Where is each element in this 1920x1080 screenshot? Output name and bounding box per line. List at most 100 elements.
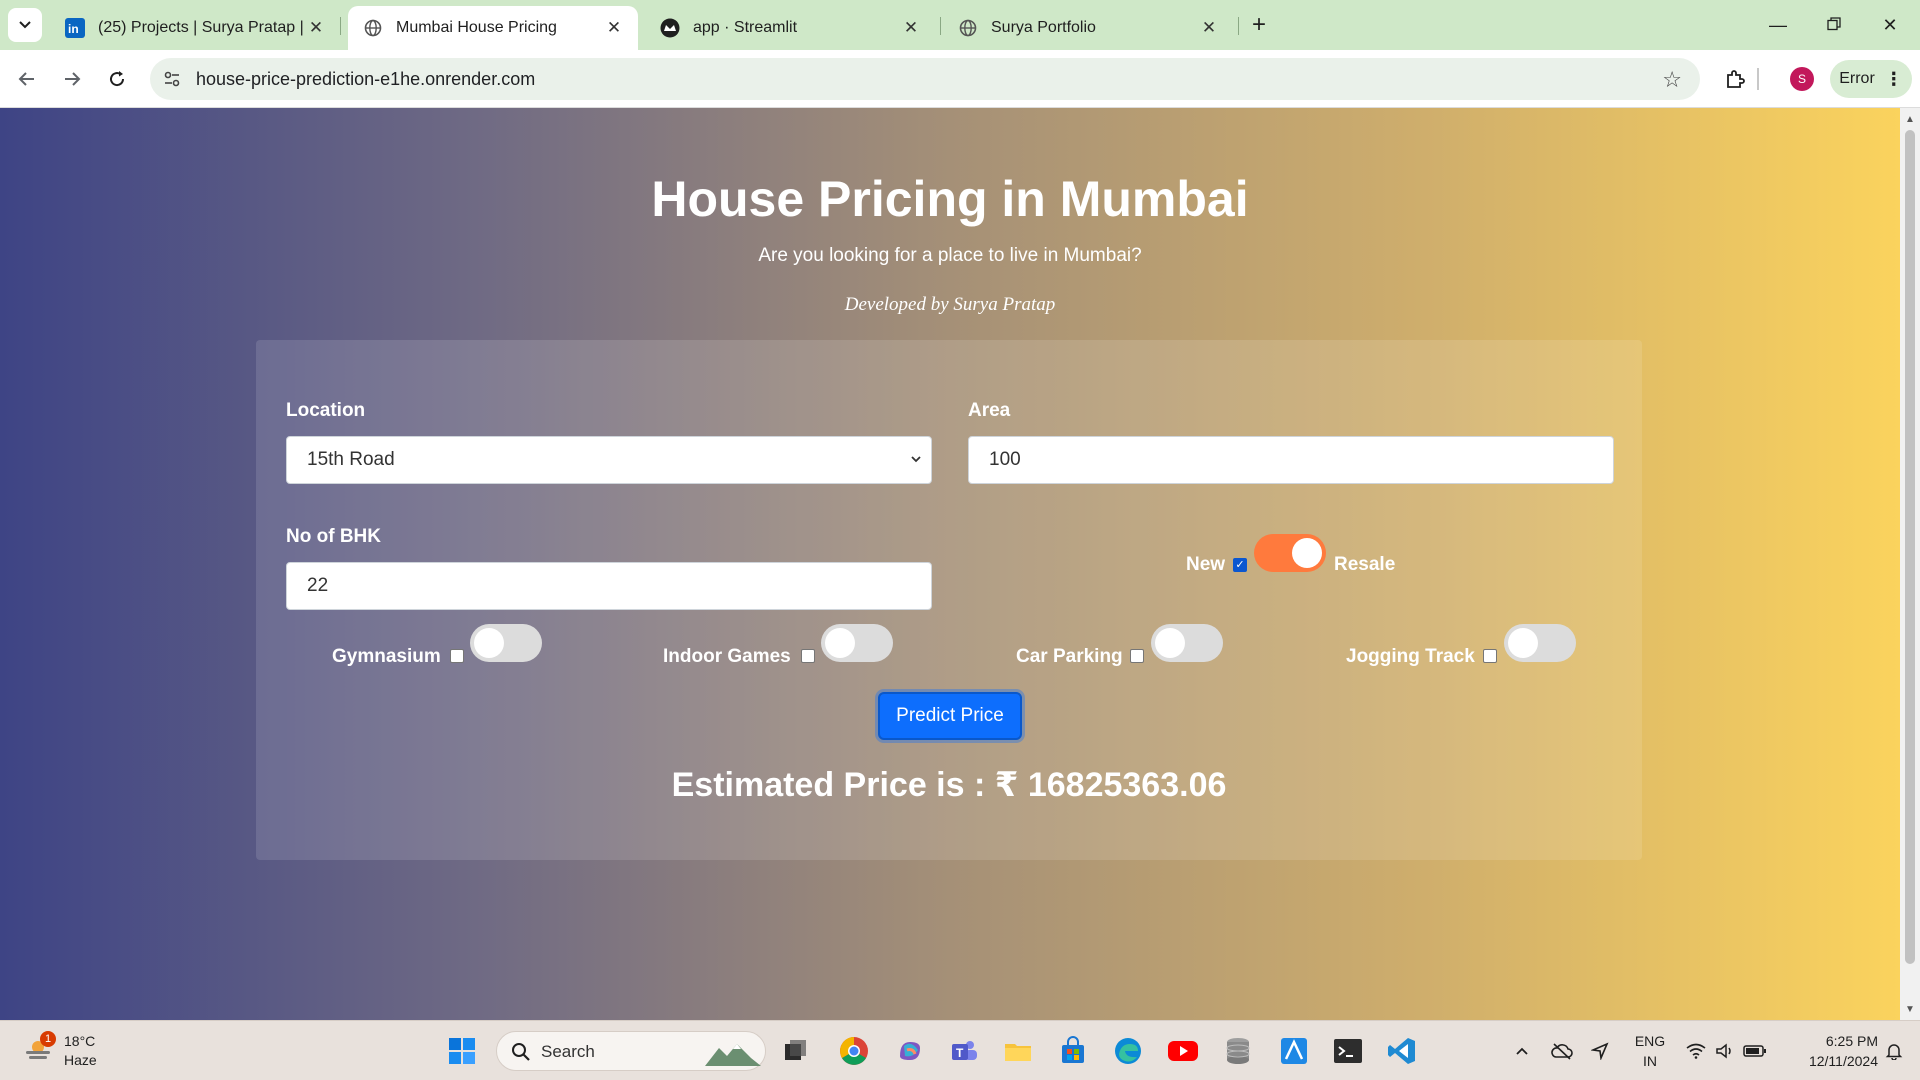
tab-mumbai-house-pricing[interactable]: Mumbai House Pricing ✕ — [348, 6, 638, 50]
minimize-button[interactable]: — — [1758, 8, 1798, 42]
chrome-taskbar-button[interactable] — [836, 1033, 872, 1069]
database-taskbar-button[interactable] — [1220, 1033, 1256, 1069]
close-icon[interactable]: ✕ — [901, 18, 921, 38]
resale-toggle[interactable] — [1254, 534, 1326, 572]
new-tab-button[interactable]: + — [1244, 10, 1274, 40]
system-clock[interactable]: 6:25 PM 12/11/2024 — [1778, 1031, 1878, 1071]
forward-button[interactable] — [57, 64, 87, 94]
gymnasium-toggle[interactable] — [470, 624, 542, 662]
azure-studio-icon — [1281, 1038, 1307, 1064]
location-tray-icon[interactable] — [1586, 1021, 1614, 1080]
tab-streamlit[interactable]: app · Streamlit ✕ — [645, 6, 935, 50]
weather-condition: Haze — [64, 1052, 97, 1068]
toggle-knob — [474, 628, 504, 658]
indoor-games-toggle[interactable] — [821, 624, 893, 662]
start-button[interactable] — [444, 1033, 480, 1069]
copilot-taskbar-button[interactable] — [892, 1033, 928, 1069]
address-bar[interactable]: house-price-prediction-e1he.onrender.com… — [150, 58, 1700, 100]
svg-text:T: T — [956, 1046, 964, 1060]
battery-icon — [1743, 1045, 1766, 1057]
volume-tray-icon[interactable] — [1712, 1021, 1738, 1080]
car-parking-toggle[interactable] — [1151, 624, 1223, 662]
weather-widget[interactable]: 1 18°C Haze — [20, 1031, 110, 1071]
tab-title: Surya Portfolio — [991, 19, 1096, 36]
tab-linkedin[interactable]: in (25) Projects | Surya Pratap | Lin ✕ — [50, 6, 340, 50]
window-close-button[interactable]: ✕ — [1870, 8, 1910, 42]
folder-icon — [1005, 1044, 1031, 1061]
tab-surya-portfolio[interactable]: Surya Portfolio ✕ — [943, 6, 1233, 50]
notifications-button[interactable] — [1880, 1021, 1908, 1080]
toggle-knob — [1292, 538, 1322, 568]
youtube-taskbar-button[interactable] — [1165, 1033, 1201, 1069]
scroll-thumb[interactable] — [1905, 130, 1915, 964]
battery-tray-icon[interactable] — [1740, 1021, 1770, 1080]
toggle-knob — [825, 628, 855, 658]
back-button[interactable] — [12, 64, 42, 94]
close-icon[interactable]: ✕ — [604, 18, 624, 38]
gymnasium-label: Gymnasium — [332, 646, 441, 667]
wifi-tray-icon[interactable] — [1682, 1021, 1710, 1080]
arrow-right-icon — [65, 72, 81, 86]
estimated-price-text: Estimated Price is : ₹ 16825363.06 — [671, 766, 1227, 804]
task-view-button[interactable] — [778, 1033, 814, 1069]
language-indicator[interactable]: ENG IN — [1630, 1031, 1670, 1071]
car-parking-checkbox[interactable] — [1130, 649, 1144, 663]
bhk-input[interactable]: 22 — [286, 562, 932, 610]
location-arrow-icon — [1591, 1042, 1609, 1060]
restore-button[interactable] — [1814, 8, 1854, 42]
site-settings-icon[interactable] — [162, 69, 182, 89]
location-select[interactable]: 15th Road — [286, 436, 932, 484]
reload-button[interactable] — [102, 64, 132, 94]
jogging-track-toggle[interactable] — [1504, 624, 1576, 662]
task-view-icon — [785, 1040, 806, 1060]
wifi-icon — [1686, 1043, 1706, 1059]
new-label: New — [1186, 554, 1226, 575]
indoor-games-checkbox[interactable] — [801, 649, 815, 663]
browser-toolbar: house-price-prediction-e1he.onrender.com… — [0, 50, 1920, 108]
location-label: Location — [286, 400, 366, 421]
teams-icon: T — [952, 1041, 977, 1060]
close-icon[interactable]: ✕ — [306, 18, 326, 38]
taskbar-search-box[interactable]: Search — [496, 1031, 766, 1071]
scroll-down-icon[interactable]: ▼ — [1904, 1004, 1916, 1016]
terminal-taskbar-button[interactable] — [1330, 1033, 1366, 1069]
predict-price-button[interactable]: Predict Price — [878, 692, 1022, 740]
file-explorer-taskbar-button[interactable] — [1000, 1033, 1036, 1069]
onedrive-tray-icon[interactable] — [1548, 1021, 1576, 1080]
close-icon[interactable]: ✕ — [1199, 18, 1219, 38]
chevron-down-icon — [909, 437, 923, 501]
cloud-offline-icon — [1551, 1043, 1573, 1060]
edge-taskbar-button[interactable] — [1110, 1033, 1146, 1069]
jogging-track-checkbox[interactable] — [1483, 649, 1497, 663]
globe-icon — [957, 17, 979, 39]
extensions-button[interactable] — [1720, 64, 1750, 94]
toggle-knob — [1155, 628, 1185, 658]
notification-badge: 1 — [40, 1031, 56, 1047]
windows-logo-icon — [449, 1038, 475, 1064]
teams-taskbar-button[interactable]: T — [946, 1033, 982, 1069]
store-taskbar-button[interactable] — [1055, 1033, 1091, 1069]
tab-title: app · Streamlit — [693, 19, 798, 36]
clock-time: 6:25 PM — [1825, 1033, 1878, 1049]
tab-separator — [340, 17, 341, 35]
vscode-icon — [1388, 1038, 1415, 1064]
vscode-taskbar-button[interactable] — [1384, 1033, 1420, 1069]
tab-search-button[interactable] — [8, 8, 42, 42]
toolbar-divider — [1757, 68, 1759, 90]
profile-avatar[interactable]: S — [1790, 67, 1814, 91]
page-subtitle: Are you looking for a place to live in M… — [758, 245, 1142, 266]
scroll-up-icon[interactable]: ▲ — [1904, 114, 1916, 126]
new-checkbox[interactable]: ✓ — [1233, 558, 1247, 572]
search-icon — [512, 1043, 530, 1061]
star-icon[interactable]: ☆ — [1662, 67, 1682, 93]
error-menu-button[interactable]: Error ⋮ — [1830, 60, 1912, 98]
copilot-icon — [900, 1042, 920, 1060]
streamlit-crown-icon — [659, 17, 681, 39]
page-scrollbar[interactable]: ▲ ▼ — [1900, 108, 1920, 1020]
show-hidden-icons-button[interactable] — [1508, 1021, 1536, 1080]
gymnasium-checkbox[interactable] — [450, 649, 464, 663]
area-input[interactable]: 100 — [968, 436, 1614, 484]
search-label: Search — [541, 1042, 595, 1061]
database-icon — [1226, 1038, 1250, 1064]
azure-data-studio-taskbar-button[interactable] — [1276, 1033, 1312, 1069]
